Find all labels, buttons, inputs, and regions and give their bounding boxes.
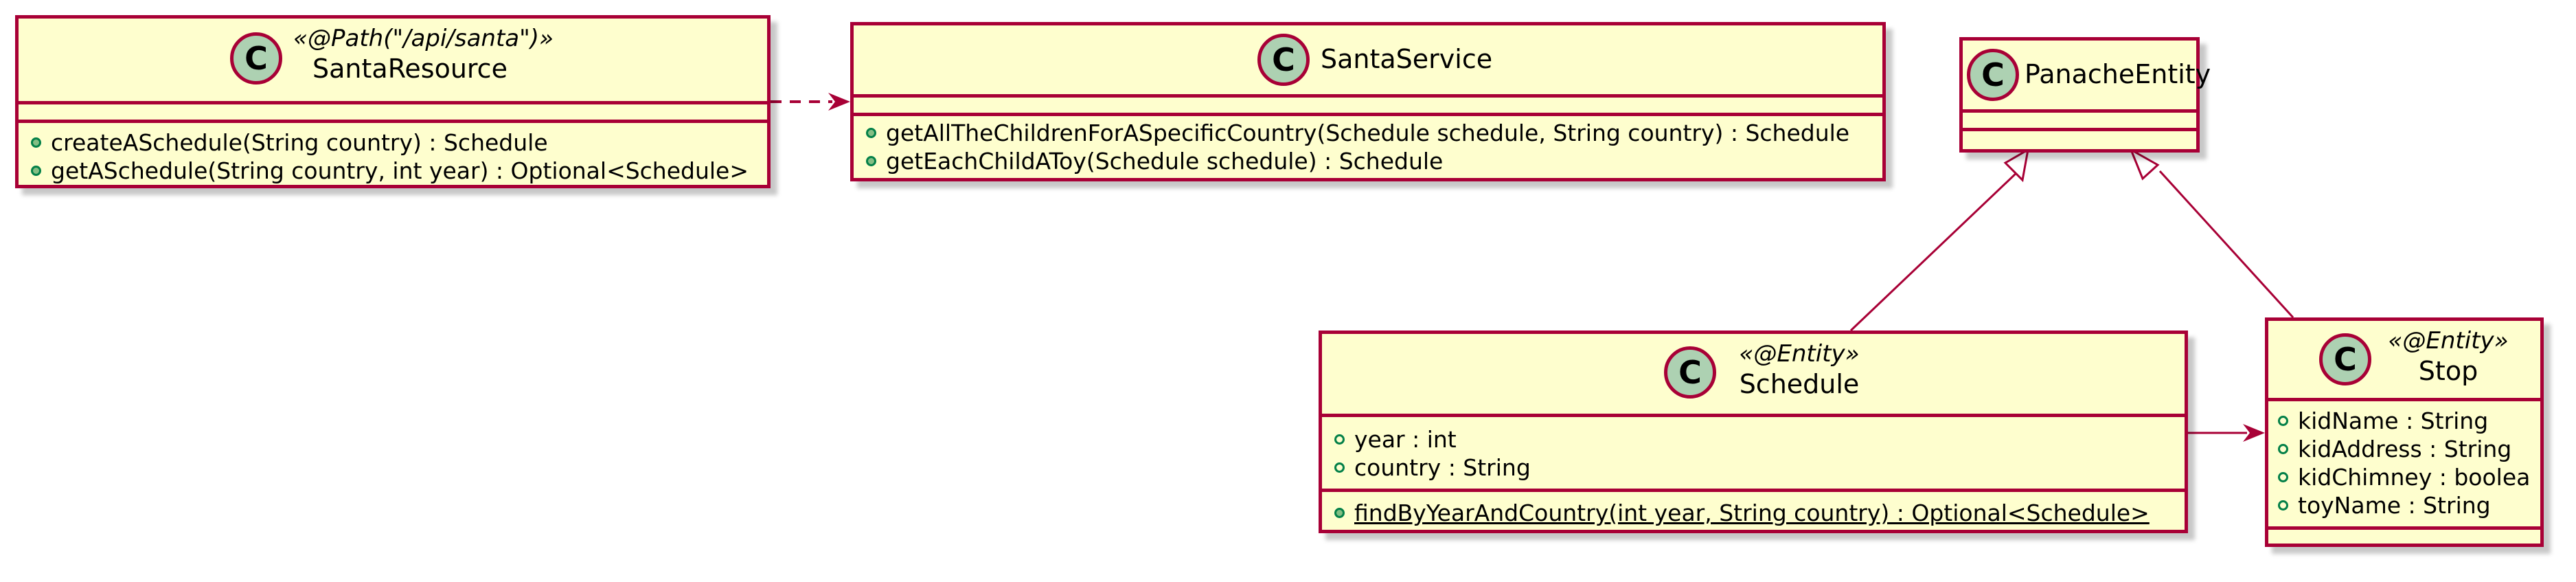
dependency-santaresource-to-santaservice [771, 93, 850, 111]
method-signature: createASchedule(String country) : Schedu… [51, 129, 548, 156]
methods-section [2268, 530, 2540, 544]
class-name: PanacheEntity [2025, 59, 2211, 89]
public-field-icon [2278, 500, 2288, 511]
class-panacheentity: C PanacheEntity [1959, 37, 2211, 153]
field-declaration: kidChimney : boolea [2298, 464, 2531, 491]
public-field-icon [1334, 434, 1345, 445]
methods-section: findByYearAndCountry(int year, String co… [1322, 492, 2185, 527]
public-method-icon [31, 166, 41, 176]
field-declaration: year : int [1354, 426, 1457, 453]
methods-section: createASchedule(String country) : Schedu… [19, 123, 767, 185]
fields-section [1963, 113, 2196, 128]
class-titles: «@Entity» Schedule [1727, 339, 1871, 400]
class-titles: «@Path("/api/santa")» SantaResource [293, 24, 554, 85]
method-signature: getEachChildAToy(Schedule schedule) : Sc… [886, 148, 1444, 175]
class-header: C «@Path("/api/santa")» SantaResource [19, 19, 767, 101]
public-method-icon [866, 156, 876, 166]
static-method-signature: findByYearAndCountry(int year, String co… [1354, 500, 2150, 526]
class-badge-icon: C [1664, 346, 1716, 399]
field-row: toyName : String [2278, 491, 2538, 519]
class-santaservice: C SantaService getAllTheChildrenForASpec… [850, 22, 1886, 181]
field-row: kidChimney : boolea [2278, 463, 2538, 491]
methods-section: getAllTheChildrenForASpecificCountry(Sch… [854, 116, 1882, 175]
class-badge-icon: C [1257, 34, 1310, 86]
field-declaration: country : String [1354, 454, 1531, 481]
class-titles: «@Entity» Stop [2380, 326, 2517, 387]
class-stereotype: «@Entity» [1739, 340, 1860, 368]
field-declaration: kidAddress : String [2298, 436, 2512, 462]
fields-section: year : int country : String [1322, 417, 2185, 489]
class-header: C «@Entity» Schedule [1322, 334, 2185, 414]
methods-section [1963, 131, 2196, 146]
method-signature: getAllTheChildrenForASpecificCountry(Sch… [886, 120, 1850, 146]
class-badge-icon: C [2319, 333, 2371, 385]
field-row: country : String [1334, 454, 2172, 482]
class-stereotype: «@Entity» [2388, 327, 2509, 355]
fields-section: kidName : String kidAddress : String kid… [2268, 401, 2540, 526]
field-row: year : int [1334, 425, 2172, 454]
class-header: C SantaService [854, 25, 1882, 94]
class-name: Schedule [1739, 369, 1860, 399]
public-field-icon [2278, 472, 2288, 482]
method-row: findByYearAndCountry(int year, String co… [1334, 499, 2172, 527]
class-schedule: C «@Entity» Schedule year : int country … [1319, 331, 2188, 533]
public-field-icon [1334, 462, 1345, 473]
class-stereotype: «@Path("/api/santa")» [293, 25, 554, 52]
field-declaration: toyName : String [2298, 492, 2491, 519]
class-header: C PanacheEntity [1963, 41, 2211, 109]
field-row: kidName : String [2278, 407, 2538, 435]
public-method-icon [866, 128, 876, 138]
public-field-icon [2278, 416, 2288, 426]
public-method-icon [1334, 508, 1345, 518]
method-row: getASchedule(String country, int year) :… [31, 157, 755, 185]
method-row: getAllTheChildrenForASpecificCountry(Sch… [866, 119, 1870, 147]
field-declaration: kidName : String [2298, 407, 2489, 434]
class-badge-icon: C [1967, 49, 2019, 101]
class-header: C «@Entity» Stop [2268, 321, 2540, 398]
fields-section [19, 104, 767, 120]
class-stop: C «@Entity» Stop kidName : String kidAdd… [2265, 317, 2544, 547]
fields-section [854, 98, 1882, 113]
class-name: SantaResource [312, 54, 508, 84]
method-row: createASchedule(String country) : Schedu… [31, 128, 755, 157]
class-santaresource: C «@Path("/api/santa")» SantaResource cr… [15, 15, 771, 188]
class-badge-icon: C [230, 32, 282, 85]
field-row: kidAddress : String [2278, 435, 2538, 463]
method-row: getEachChildAToy(Schedule schedule) : Sc… [866, 147, 1870, 175]
class-name: SantaService [1321, 44, 1493, 74]
public-method-icon [31, 137, 41, 148]
class-titles: SantaService [1321, 43, 1499, 75]
class-diagram: C «@Path("/api/santa")» SantaResource cr… [0, 0, 2576, 582]
class-name: Stop [2418, 356, 2478, 386]
class-titles: PanacheEntity [2025, 58, 2211, 90]
association-schedule-to-stop [2188, 424, 2265, 442]
generalization-stop-to-panacheentity [2128, 147, 2294, 319]
public-field-icon [2278, 444, 2288, 454]
method-signature: getASchedule(String country, int year) :… [51, 157, 749, 184]
